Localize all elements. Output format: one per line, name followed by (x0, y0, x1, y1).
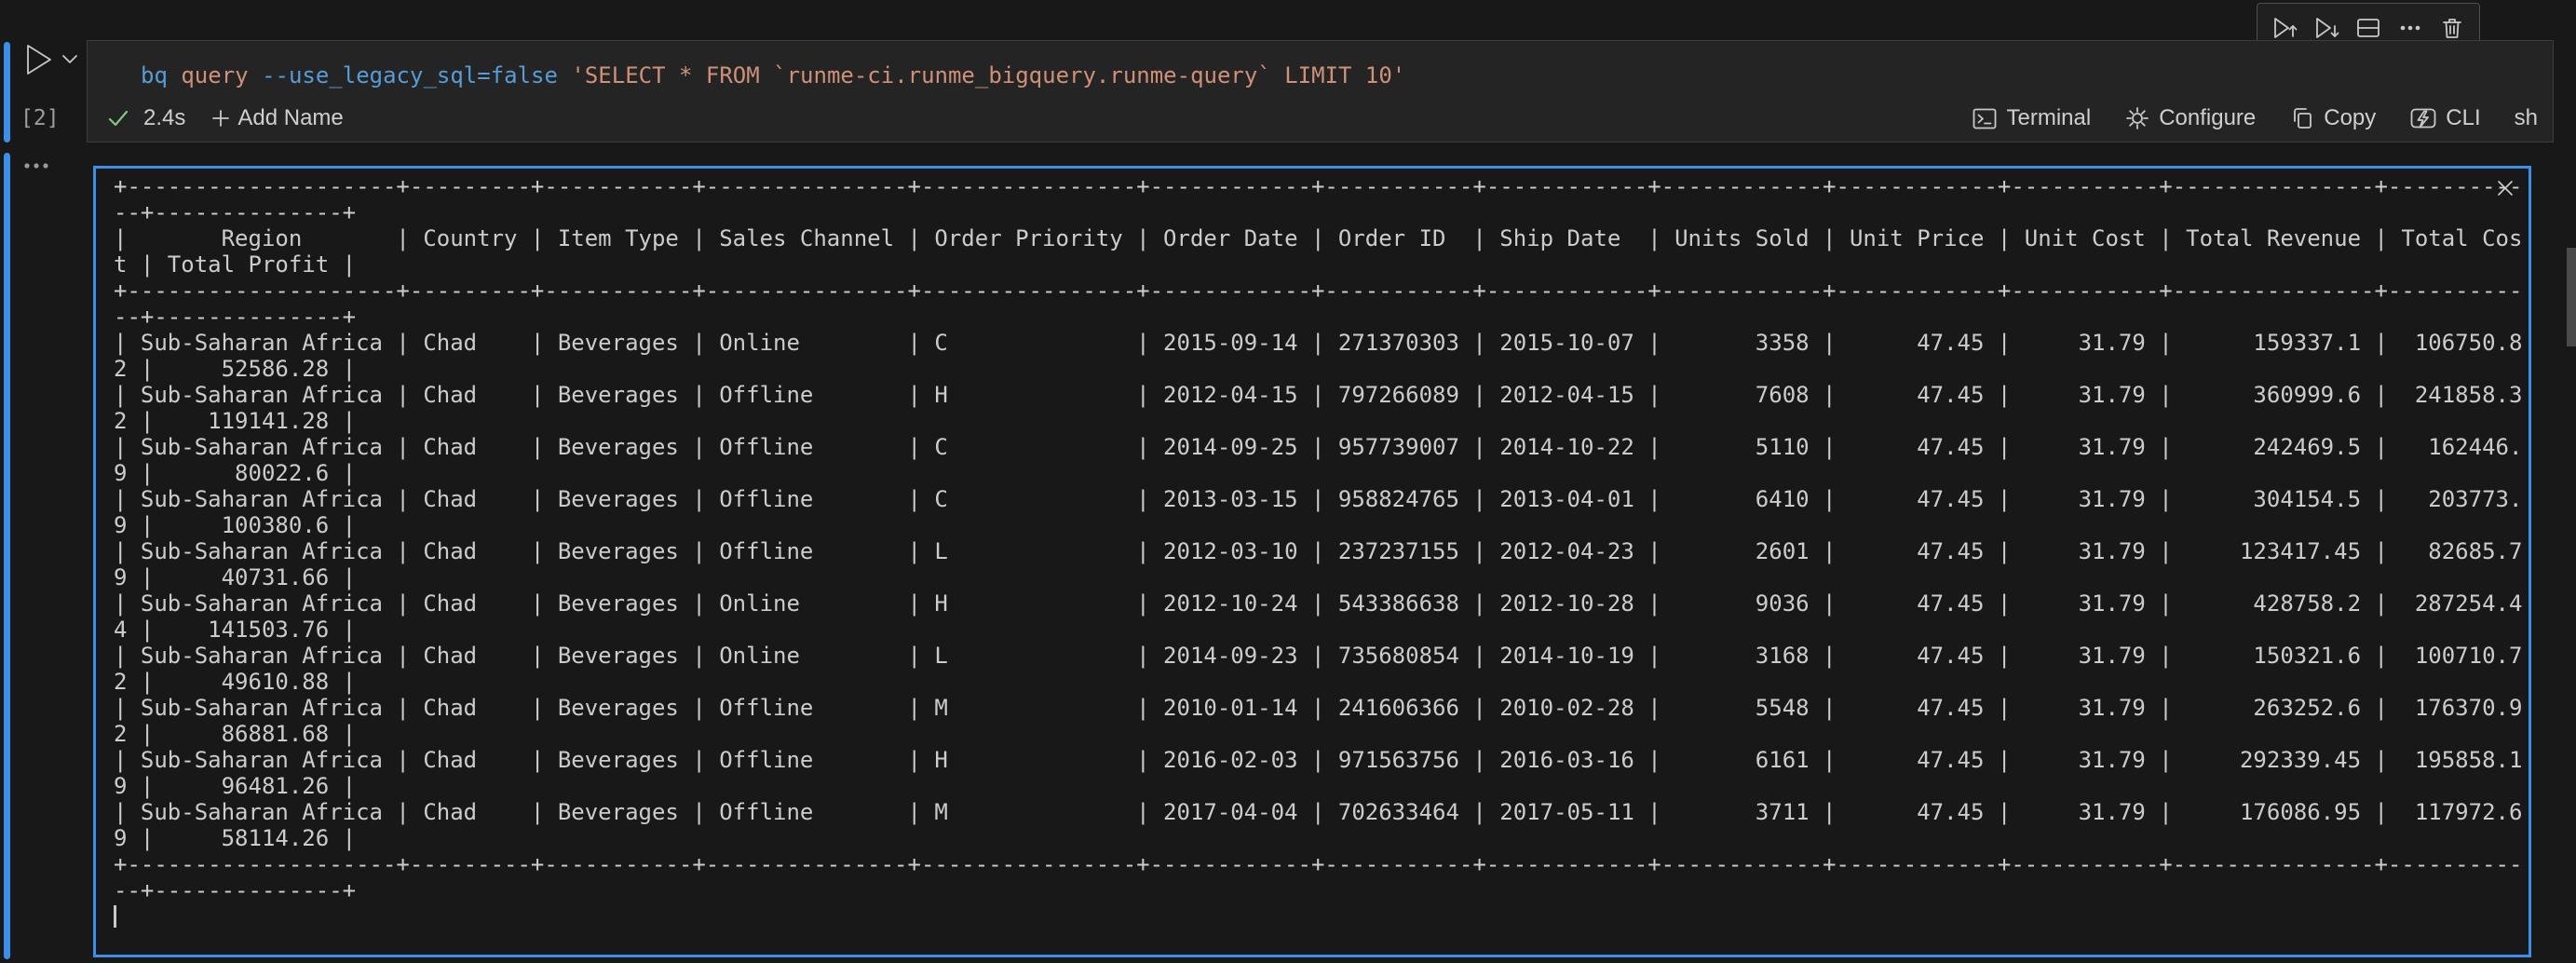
terminal-line: 9 | 80022.6 | (114, 460, 2529, 486)
terminal-line: 9 | 96481.26 | (114, 773, 2529, 799)
execution-duration: 2.4s (143, 105, 185, 131)
terminal-line: | Sub-Saharan Africa | Chad | Beverages … (114, 590, 2529, 617)
run-cell-button[interactable] (19, 41, 84, 78)
output-more-button[interactable] (22, 160, 54, 171)
terminal-cursor-line (114, 903, 2529, 933)
terminal-line: 4 | 141503.76 | (114, 617, 2529, 643)
copy-icon (2289, 105, 2315, 131)
close-output-button[interactable] (2491, 174, 2519, 202)
output-focus-bar (4, 153, 10, 959)
terminal-line: | Sub-Saharan Africa | Chad | Beverages … (114, 643, 2529, 669)
plus-icon (211, 109, 230, 128)
terminal-line: +--------------------+---------+--------… (114, 173, 2529, 199)
terminal-line: 9 | 100380.6 | (114, 512, 2529, 538)
terminal-line: +--------------------+---------+--------… (114, 851, 2529, 877)
cell-status-bar: 2.4s Add Name Terminal Configure (88, 99, 2553, 138)
execute-below-button[interactable] (2311, 12, 2342, 44)
terminal-line: | Sub-Saharan Africa | Chad | Beverages … (114, 382, 2529, 408)
add-name-button[interactable]: Add Name (211, 105, 343, 131)
gear-icon (2124, 105, 2150, 131)
delete-cell-button[interactable] (2436, 12, 2468, 44)
cli-icon (2409, 105, 2437, 131)
terminal-line: 9 | 58114.26 | (114, 825, 2529, 851)
terminal-line: 2 | 49610.88 | (114, 669, 2529, 695)
terminal-line: --+--------------+ (114, 199, 2529, 225)
command-text[interactable]: bq query --use_legacy_sql=false 'SELECT … (141, 61, 1405, 89)
terminal-line: | Sub-Saharan Africa | Chad | Beverages … (114, 330, 2529, 356)
terminal-line: 2 | 86881.68 | (114, 721, 2529, 747)
execute-above-button[interactable] (2269, 12, 2300, 44)
terminal-line: 2 | 52586.28 | (114, 356, 2529, 382)
terminal-line: | Sub-Saharan Africa | Chad | Beverages … (114, 799, 2529, 825)
split-cell-icon (2354, 15, 2382, 41)
more-actions-button[interactable] (2394, 12, 2426, 44)
chevron-down-icon (63, 56, 76, 62)
split-cell-button[interactable] (2352, 12, 2384, 44)
terminal-line: --+--------------+ (114, 304, 2529, 330)
terminal-line: t | Total Profit | (114, 251, 2529, 278)
terminal-line: | Sub-Saharan Africa | Chad | Beverages … (114, 434, 2529, 460)
terminal-line: | Sub-Saharan Africa | Chad | Beverages … (114, 695, 2529, 721)
terminal-cursor (114, 905, 116, 928)
trash-icon (2438, 15, 2466, 41)
success-check-icon (106, 107, 130, 129)
scrollbar-thumb[interactable] (2567, 248, 2576, 346)
play-down-icon (2312, 15, 2340, 41)
configure-action[interactable]: Configure (2124, 105, 2256, 131)
ellipsis-icon (2396, 15, 2424, 41)
play-up-icon (2271, 15, 2298, 41)
terminal-line: --+--------------+ (114, 877, 2529, 903)
cell-focus-bar (4, 42, 10, 142)
cli-action[interactable]: CLI (2409, 105, 2480, 131)
terminal-line: 9 | 40731.66 | (114, 564, 2529, 590)
terminal-line: | Sub-Saharan Africa | Chad | Beverages … (114, 747, 2529, 773)
language-picker[interactable]: sh (2515, 105, 2538, 131)
terminal-output-box: +--------------------+---------+--------… (93, 166, 2531, 957)
play-icon (28, 46, 50, 74)
terminal-line: +--------------------+---------+--------… (114, 278, 2529, 304)
execution-count: [2] (20, 106, 60, 130)
terminal-line: 2 | 119141.28 | (114, 408, 2529, 434)
code-cell: bq query --use_legacy_sql=false 'SELECT … (87, 40, 2554, 142)
terminal-line: | Region | Country | Item Type | Sales C… (114, 225, 2529, 251)
terminal-icon (1972, 106, 1998, 131)
close-icon (2494, 177, 2516, 199)
terminal-line: | Sub-Saharan Africa | Chad | Beverages … (114, 486, 2529, 512)
terminal-line: | Sub-Saharan Africa | Chad | Beverages … (114, 538, 2529, 564)
terminal-output: +--------------------+---------+--------… (96, 169, 2529, 955)
terminal-action[interactable]: Terminal (1972, 105, 2091, 131)
copy-action[interactable]: Copy (2289, 105, 2376, 131)
ellipsis-icon (22, 160, 54, 171)
